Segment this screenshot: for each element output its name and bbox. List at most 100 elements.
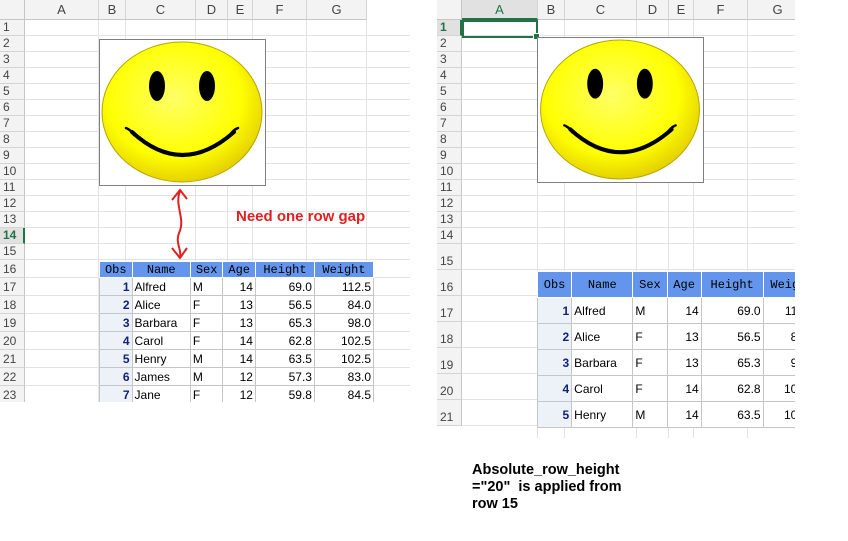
- row-header-16[interactable]: 16: [437, 270, 462, 296]
- row-header-8[interactable]: 8: [0, 132, 25, 148]
- table-cell[interactable]: Alice: [131, 295, 191, 314]
- table-cell[interactable]: 98: [762, 349, 795, 376]
- table-cell[interactable]: 3: [536, 349, 573, 376]
- row-header-13[interactable]: 13: [0, 212, 25, 228]
- table-cell[interactable]: Carol: [131, 331, 191, 350]
- row-header-2[interactable]: 2: [0, 36, 25, 52]
- table-cell[interactable]: 62.8: [254, 331, 315, 350]
- row-header-4[interactable]: 4: [0, 68, 25, 84]
- row-header-16[interactable]: 16: [0, 260, 25, 278]
- table-cell[interactable]: Jane: [131, 385, 191, 402]
- table-cell[interactable]: Barbara: [131, 313, 191, 332]
- column-header-g[interactable]: G: [748, 0, 795, 20]
- table-cell[interactable]: 14: [222, 331, 256, 350]
- table-cell[interactable]: F: [632, 375, 668, 402]
- row-header-12[interactable]: 12: [437, 196, 462, 212]
- table-cell[interactable]: F: [189, 295, 224, 314]
- row-header-2[interactable]: 2: [437, 36, 462, 52]
- table-cell[interactable]: F: [189, 313, 224, 332]
- column-header-g[interactable]: G: [307, 0, 367, 20]
- table-cell[interactable]: 2: [536, 323, 573, 350]
- table-cell[interactable]: 65.3: [700, 349, 764, 376]
- table-cell[interactable]: 112.5: [313, 277, 375, 296]
- row-header-13[interactable]: 13: [437, 212, 462, 228]
- row-header-1[interactable]: 1: [437, 20, 462, 36]
- row-header-17[interactable]: 17: [437, 296, 462, 322]
- row-header-5[interactable]: 5: [0, 84, 25, 100]
- table-cell[interactable]: 112: [762, 297, 795, 324]
- row-header-17[interactable]: 17: [0, 278, 25, 296]
- table-cell[interactable]: 5: [99, 349, 133, 368]
- table-cell[interactable]: 84: [762, 323, 795, 350]
- column-header-a[interactable]: A: [25, 0, 99, 20]
- column-header-c[interactable]: C: [565, 0, 637, 20]
- table-cell[interactable]: 102: [762, 375, 795, 402]
- column-header-e[interactable]: E: [669, 0, 694, 20]
- table-cell[interactable]: 102: [762, 401, 795, 428]
- table-cell[interactable]: 4: [536, 375, 573, 402]
- table-cell[interactable]: 83.0: [313, 367, 375, 386]
- table-cell[interactable]: 13: [666, 323, 702, 350]
- table-cell[interactable]: 63.5: [700, 401, 764, 428]
- table-cell[interactable]: 5: [536, 401, 573, 428]
- table-cell[interactable]: Barbara: [571, 349, 634, 376]
- select-all-corner[interactable]: [0, 0, 25, 20]
- row-header-18[interactable]: 18: [437, 322, 462, 348]
- smiley-image-frame-right[interactable]: [537, 37, 704, 183]
- row-header-3[interactable]: 3: [0, 52, 25, 68]
- table-cell[interactable]: 62.8: [700, 375, 764, 402]
- row-header-19[interactable]: 19: [0, 314, 25, 332]
- row-header-11[interactable]: 11: [437, 180, 462, 196]
- row-header-12[interactable]: 12: [0, 196, 25, 212]
- table-cell[interactable]: F: [189, 385, 224, 402]
- table-cell[interactable]: 14: [666, 375, 702, 402]
- row-header-20[interactable]: 20: [437, 374, 462, 400]
- column-header-f[interactable]: F: [694, 0, 748, 20]
- table-cell[interactable]: 4: [99, 331, 133, 350]
- row-header-6[interactable]: 6: [0, 100, 25, 116]
- row-header-9[interactable]: 9: [0, 148, 25, 164]
- column-header-e[interactable]: E: [228, 0, 253, 20]
- table-cell[interactable]: M: [189, 277, 224, 296]
- table-cell[interactable]: 102.5: [313, 331, 375, 350]
- row-header-22[interactable]: 22: [0, 368, 25, 386]
- column-header-c[interactable]: C: [126, 0, 196, 20]
- table-cell[interactable]: F: [632, 323, 668, 350]
- row-header-4[interactable]: 4: [437, 68, 462, 84]
- row-header-21[interactable]: 21: [0, 350, 25, 368]
- table-cell[interactable]: Alice: [571, 323, 634, 350]
- table-cell[interactable]: Alfred: [571, 297, 634, 324]
- table-cell[interactable]: 84.5: [313, 385, 375, 402]
- table-cell[interactable]: 14: [222, 349, 256, 368]
- table-cell[interactable]: 65.3: [254, 313, 315, 332]
- row-header-7[interactable]: 7: [437, 116, 462, 132]
- table-cell[interactable]: M: [189, 367, 224, 386]
- table-cell[interactable]: 2: [99, 295, 133, 314]
- active-cell-a1[interactable]: [462, 20, 540, 40]
- row-header-10[interactable]: 10: [0, 164, 25, 180]
- column-header-b[interactable]: B: [538, 0, 565, 20]
- smiley-image-frame[interactable]: [99, 39, 266, 186]
- table-cell[interactable]: Carol: [571, 375, 634, 402]
- table-cell[interactable]: 13: [222, 313, 256, 332]
- row-header-15[interactable]: 15: [0, 244, 25, 260]
- table-cell[interactable]: 1: [536, 297, 573, 324]
- table-cell[interactable]: 98.0: [313, 313, 375, 332]
- row-header-10[interactable]: 10: [437, 164, 462, 180]
- row-header-21[interactable]: 21: [437, 400, 462, 426]
- row-header-19[interactable]: 19: [437, 348, 462, 374]
- row-header-14[interactable]: 14: [0, 228, 25, 244]
- table-cell[interactable]: 1: [99, 277, 133, 296]
- table-cell[interactable]: 56.5: [254, 295, 315, 314]
- table-cell[interactable]: 13: [222, 295, 256, 314]
- row-header-14[interactable]: 14: [437, 228, 462, 244]
- row-header-11[interactable]: 11: [0, 180, 25, 196]
- table-cell[interactable]: 6: [99, 367, 133, 386]
- column-header-d[interactable]: D: [196, 0, 228, 20]
- row-header-9[interactable]: 9: [437, 148, 462, 164]
- column-header-a[interactable]: A: [462, 0, 538, 20]
- table-cell[interactable]: 14: [222, 277, 256, 296]
- table-cell[interactable]: 14: [666, 297, 702, 324]
- table-cell[interactable]: 3: [99, 313, 133, 332]
- table-cell[interactable]: 12: [222, 385, 256, 402]
